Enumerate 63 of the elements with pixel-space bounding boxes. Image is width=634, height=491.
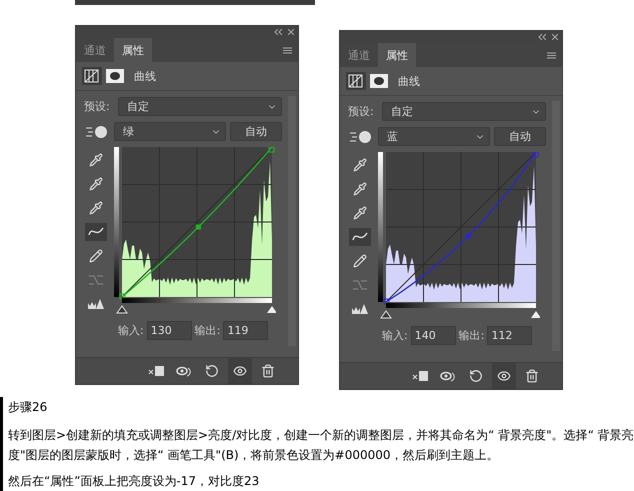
eyedropper-icon[interactable] (353, 182, 367, 196)
eyedropper-icon[interactable] (353, 158, 367, 172)
visibility-eye-icon[interactable] (497, 369, 511, 383)
panel-tab[interactable]: 通道 (340, 43, 378, 67)
reset-icon[interactable] (469, 369, 483, 383)
shadow-slider-handle[interactable] (116, 305, 128, 314)
input-slider-track[interactable] (380, 303, 540, 318)
input-slider-track[interactable] (116, 298, 276, 314)
reset-icon[interactable] (205, 364, 219, 378)
panel-title: 曲线 (134, 68, 156, 84)
eyedropper-icon[interactable] (89, 153, 103, 167)
highlight-slider-handle[interactable] (531, 311, 540, 318)
mask-icon[interactable] (106, 69, 124, 83)
preset-dropdown[interactable]: 自定 (118, 97, 282, 116)
eye-arrow-icon[interactable] (176, 364, 192, 378)
eyedropper-icon[interactable] (353, 206, 367, 220)
highlight-slider-handle[interactable] (267, 306, 276, 313)
input-field[interactable]: 140 (410, 326, 456, 345)
pencil-icon[interactable] (353, 254, 367, 268)
panel-tab[interactable]: 属性 (114, 38, 152, 62)
output-field[interactable]: 119 (223, 321, 268, 340)
close-icon[interactable] (552, 34, 558, 40)
preset-label: 预设: (348, 104, 375, 119)
output-field[interactable]: 112 (487, 326, 532, 345)
preset-label: 预设: (84, 99, 111, 114)
curves-adjustment-icon[interactable] (346, 72, 366, 90)
trash-icon[interactable] (525, 369, 539, 383)
auto-button[interactable]: 自动 (230, 122, 282, 141)
collapse-icon[interactable] (538, 34, 546, 40)
input-label: 输入: (382, 328, 408, 343)
hand-target-icon[interactable] (348, 128, 374, 144)
paragraph: 然后在“属性”面板上把亮度设为-17，对比度23 (8, 473, 260, 490)
output-label: 输出: (458, 328, 484, 343)
mask-icon[interactable] (370, 74, 388, 88)
clip-to-layer-icon[interactable] (412, 369, 428, 383)
curves-adjustment-icon[interactable] (82, 67, 102, 85)
clip-to-layer-icon[interactable] (148, 364, 164, 378)
channel-dropdown[interactable]: 蓝 (378, 127, 490, 146)
panel-tab[interactable]: 通道 (76, 38, 114, 62)
close-icon[interactable] (288, 29, 294, 35)
pencil-icon[interactable] (89, 249, 103, 263)
eyedropper-icon[interactable] (89, 201, 103, 215)
hand-target-icon[interactable] (84, 124, 110, 140)
collapse-icon[interactable] (274, 29, 282, 35)
trash-icon[interactable] (261, 364, 275, 378)
panel-title: 曲线 (398, 74, 420, 88)
clipping-warning-icon[interactable] (352, 302, 368, 316)
menu-icon[interactable] (283, 46, 292, 54)
output-label: 输出: (194, 323, 220, 338)
preset-dropdown[interactable]: 自定 (382, 102, 546, 121)
menu-icon[interactable] (547, 52, 556, 58)
channel-dropdown[interactable]: 绿 (114, 122, 226, 141)
auto-button[interactable]: 自动 (494, 127, 546, 146)
step-heading: 步骤26 (8, 399, 48, 416)
eye-arrow-icon[interactable] (440, 369, 456, 383)
clipping-warning-icon[interactable] (88, 297, 104, 311)
eyedropper-icon[interactable] (89, 177, 103, 191)
panel-tab[interactable]: 属性 (378, 43, 416, 67)
paragraph: 转到图层>创建新的填充或调整图层>亮度/对比度，创建一个新的调整图层，并将其命名为“ 背景亮度"。选择“ 背景亮度"图层的图层蒙版时，选择“ 画笔工具"(B)，将前景色设置为#000000，然后刷到主题上。 (8, 427, 634, 464)
input-field[interactable]: 130 (146, 321, 192, 340)
shadow-slider-handle[interactable] (380, 310, 392, 318)
input-label: 输入: (118, 323, 144, 338)
visibility-eye-icon[interactable] (233, 364, 247, 378)
